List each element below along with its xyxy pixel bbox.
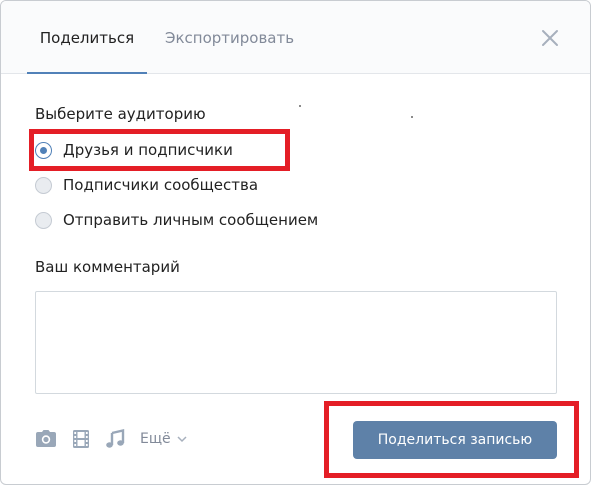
audience-option-private-message[interactable]: Отправить личным сообщением: [35, 209, 318, 231]
more-attachments-dropdown[interactable]: Ещё: [140, 429, 187, 449]
tab-share[interactable]: Поделиться: [27, 1, 147, 74]
comment-input[interactable]: [35, 291, 557, 394]
audience-option-friends[interactable]: Друзья и подписчики: [35, 139, 233, 161]
radio-checked-icon[interactable]: [35, 141, 52, 159]
audience-option-label: Отправить личным сообщением: [63, 211, 319, 229]
radio-icon[interactable]: [35, 211, 52, 229]
share-dialog: Поделиться Экспортировать Выберите аудит…: [0, 0, 591, 485]
dialog-header: Поделиться Экспортировать: [1, 1, 590, 74]
radio-icon[interactable]: [35, 176, 52, 194]
audience-option-community[interactable]: Подписчики сообщества: [35, 174, 258, 196]
comment-title: Ваш комментарий: [35, 258, 180, 276]
dust-speck: [411, 116, 413, 118]
chevron-down-icon: [177, 429, 187, 449]
film-icon[interactable]: [70, 429, 92, 449]
dust-speck: [299, 105, 301, 107]
camera-icon[interactable]: [35, 429, 57, 449]
close-icon[interactable]: [539, 27, 561, 49]
audience-option-label: Подписчики сообщества: [63, 176, 259, 194]
more-label: Ещё: [140, 431, 171, 447]
audience-title: Выберите аудиторию: [35, 105, 206, 123]
tab-export[interactable]: Экспортировать: [165, 1, 294, 73]
audience-option-label: Друзья и подписчики: [63, 141, 233, 159]
music-note-icon[interactable]: [104, 429, 126, 449]
share-post-button[interactable]: Поделиться записью: [353, 421, 557, 459]
